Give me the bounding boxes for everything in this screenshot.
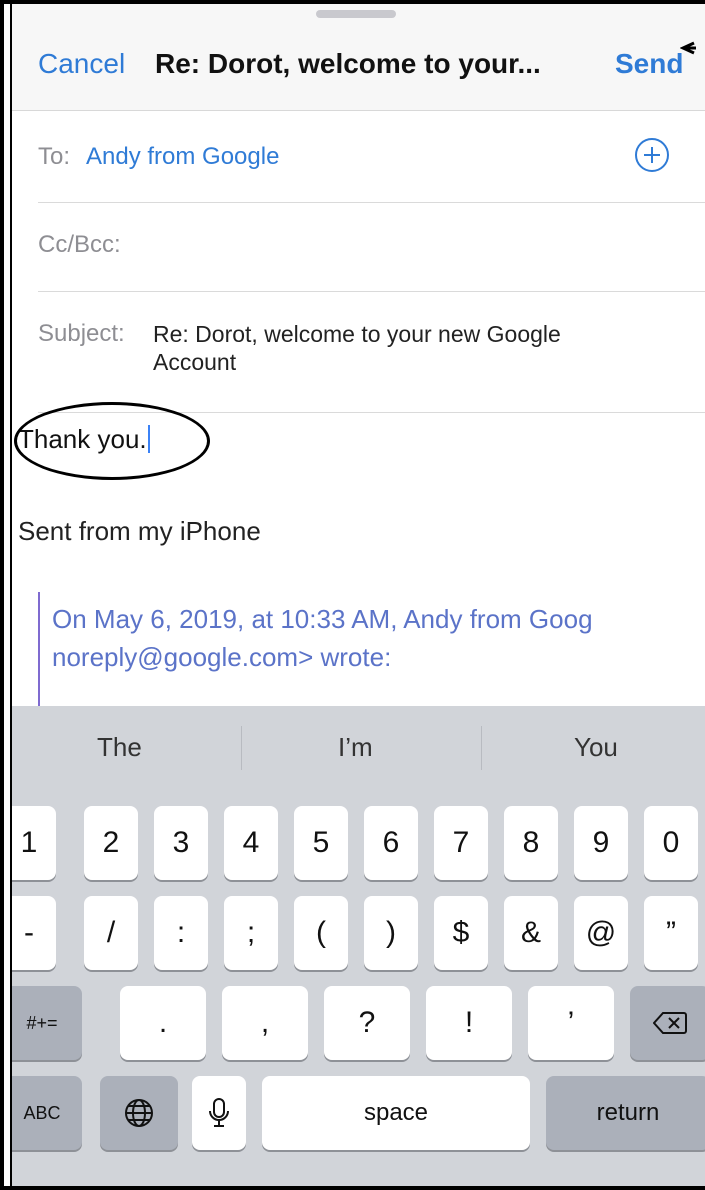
key-2[interactable]: 2 (84, 806, 138, 880)
key-8[interactable]: 8 (504, 806, 558, 880)
subject-value[interactable]: Re: Dorot, welcome to your new Google Ac… (153, 320, 583, 376)
dictation-key[interactable] (192, 1076, 246, 1150)
key-more-symbols[interactable]: #+= (12, 986, 82, 1060)
annotation-arrow-icon (680, 41, 696, 55)
delete-key[interactable] (630, 986, 705, 1060)
key-3[interactable]: 3 (154, 806, 208, 880)
suggestion-3[interactable]: You (574, 732, 618, 763)
space-key[interactable]: space (262, 1076, 530, 1150)
quote-header-line2: noreply@google.com> wrote: (52, 642, 392, 672)
send-button[interactable]: Send (615, 48, 683, 80)
suggestion-divider (481, 726, 482, 770)
microphone-icon (209, 1098, 229, 1127)
key-dash[interactable]: - (12, 896, 56, 970)
suggestion-1[interactable]: The (97, 732, 142, 763)
key-question[interactable]: ? (324, 986, 410, 1060)
key-apostrophe[interactable]: ’ (528, 986, 614, 1060)
globe-key[interactable] (100, 1076, 178, 1150)
to-label: To: (38, 143, 71, 170)
key-close-paren[interactable]: ) (364, 896, 418, 970)
signature: Sent from my iPhone (18, 516, 261, 546)
key-9[interactable]: 9 (574, 806, 628, 880)
quoted-message: On May 6, 2019, at 10:33 AM, Andy from G… (38, 592, 705, 706)
globe-icon (125, 1099, 153, 1127)
key-comma[interactable]: , (222, 986, 308, 1060)
cc-bcc-field[interactable]: Cc/Bcc: (38, 203, 705, 292)
predictive-bar: The I’m You (12, 706, 705, 798)
key-4[interactable]: 4 (224, 806, 278, 880)
backspace-icon (653, 1012, 687, 1034)
key-7[interactable]: 7 (434, 806, 488, 880)
key-colon[interactable]: : (154, 896, 208, 970)
suggestion-2[interactable]: I’m (338, 732, 373, 763)
to-recipient[interactable]: Andy from Google (86, 143, 279, 171)
add-recipient-icon[interactable] (635, 138, 669, 172)
annotation-circle (14, 402, 210, 480)
to-field[interactable]: To: Andy from Google (38, 110, 705, 203)
key-5[interactable]: 5 (294, 806, 348, 880)
key-dollar[interactable]: $ (434, 896, 488, 970)
quote-header-line1: On May 6, 2019, at 10:33 AM, Andy from G… (52, 604, 593, 634)
key-6[interactable]: 6 (364, 806, 418, 880)
return-key[interactable]: return (546, 1076, 705, 1150)
key-0[interactable]: 0 (644, 806, 698, 880)
compose-title: Re: Dorot, welcome to your... (155, 48, 541, 79)
key-semicolon[interactable]: ; (224, 896, 278, 970)
subject-label: Subject: (38, 320, 125, 347)
cc-bcc-label: Cc/Bcc: (38, 231, 121, 258)
key-period[interactable]: . (120, 986, 206, 1060)
compose-header: Cancel Re: Dorot, welcome to your... Sen… (12, 4, 705, 111)
cancel-button[interactable]: Cancel (38, 48, 125, 80)
key-open-paren[interactable]: ( (294, 896, 348, 970)
key-1[interactable]: 1 (12, 806, 56, 880)
key-quote[interactable]: ” (644, 896, 698, 970)
sheet-grabber[interactable] (316, 10, 396, 18)
compose-sheet: Cancel Re: Dorot, welcome to your... Sen… (12, 4, 705, 1186)
keyboard: The I’m You 1 2 3 4 5 6 7 8 9 0 - / : ; … (12, 706, 705, 1186)
key-at[interactable]: @ (574, 896, 628, 970)
key-slash[interactable]: / (84, 896, 138, 970)
suggestion-divider (241, 726, 242, 770)
subject-field[interactable]: Subject: Re: Dorot, welcome to your new … (38, 292, 705, 413)
key-ampersand[interactable]: & (504, 896, 558, 970)
key-abc[interactable]: ABC (12, 1076, 82, 1150)
key-exclamation[interactable]: ! (426, 986, 512, 1060)
